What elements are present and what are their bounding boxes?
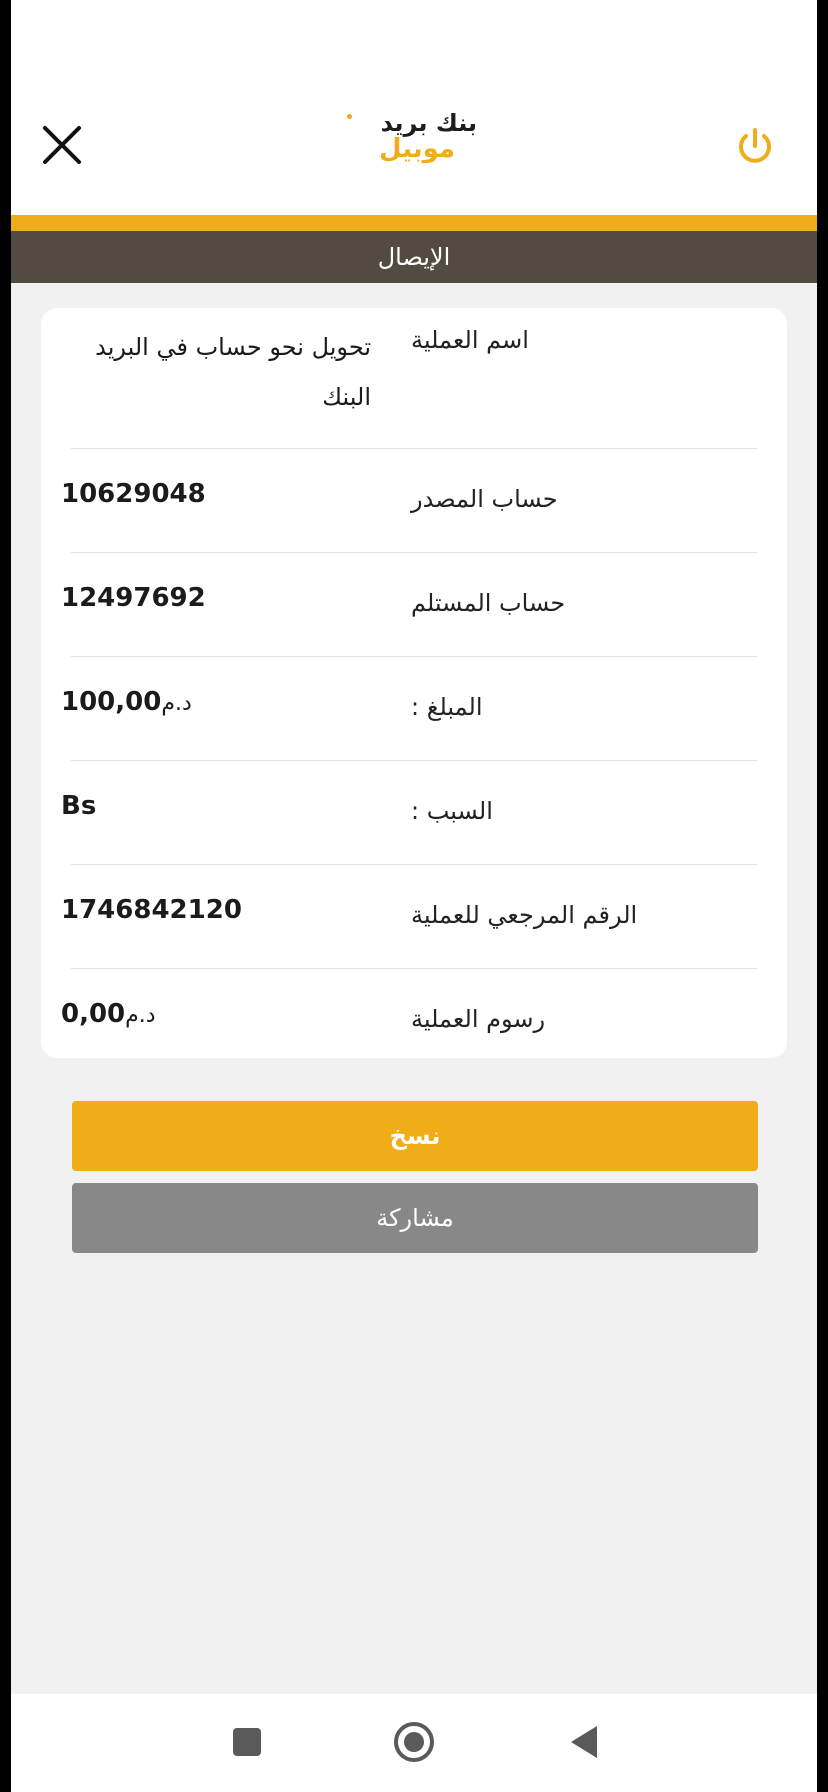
page-title: الإيصال: [11, 231, 817, 283]
accent-stripe: [11, 215, 817, 231]
receipt-row-fees: رسوم العملية د.م0,00: [41, 969, 787, 1058]
triangle-back-icon: [571, 1726, 597, 1758]
app-header: بنك بريد موبيل: [11, 90, 817, 215]
system-nav-bar: [11, 1694, 817, 1792]
logo-dot: [347, 114, 352, 119]
amount-value: د.م100,00: [61, 687, 361, 717]
receipt-row-source-account: حساب المصدر 10629048: [41, 449, 787, 553]
share-button[interactable]: مشاركة: [72, 1183, 758, 1253]
amount-label: المبلغ :: [411, 693, 483, 721]
operation-name-label: اسم العملية: [411, 326, 529, 354]
reference-value: 1746842120: [61, 895, 242, 925]
nav-recents-button[interactable]: [219, 1714, 275, 1770]
receipt-card: اسم العملية تحويل نحو حساب في البريد الب…: [41, 308, 787, 1058]
logo-word-mobile: موبيل: [379, 134, 455, 164]
source-account-label: حساب المصدر: [411, 485, 558, 513]
fees-number: 0,00: [61, 999, 126, 1029]
fees-unit: د.م: [125, 1003, 156, 1028]
close-button[interactable]: [39, 122, 85, 168]
source-account-value: 10629048: [61, 479, 206, 509]
nav-back-button[interactable]: [557, 1714, 613, 1770]
phone-screen: بنك بريد موبيل الإيصال اسم العملية تحويل…: [11, 0, 817, 1792]
nav-home-button[interactable]: [386, 1714, 442, 1770]
receipt-row-reason: السبب : Bs: [41, 761, 787, 865]
fees-label: رسوم العملية: [411, 1005, 546, 1033]
reason-value: Bs: [61, 791, 97, 821]
reference-label: الرقم المرجعي للعملية: [411, 901, 638, 929]
amount-unit: د.م: [161, 691, 192, 716]
square-icon: [233, 1728, 261, 1756]
operation-name-value: تحويل نحو حساب في البريد البنك: [95, 333, 371, 411]
logout-button[interactable]: [733, 124, 777, 168]
reason-label: السبب :: [411, 797, 493, 825]
receipt-row-reference: الرقم المرجعي للعملية 1746842120: [41, 865, 787, 969]
receipt-row-recipient-account: حساب المستلم 12497692: [41, 553, 787, 657]
receipt-row-operation-name: اسم العملية تحويل نحو حساب في البريد الب…: [41, 308, 787, 449]
circle-icon: [394, 1722, 434, 1762]
receipt-row-amount: المبلغ : د.م100,00: [41, 657, 787, 761]
recipient-account-label: حساب المستلم: [411, 589, 566, 617]
fees-value: د.م0,00: [61, 999, 361, 1029]
app-logo: بنك بريد موبيل: [347, 108, 477, 170]
status-bar: [11, 0, 817, 90]
close-icon: [43, 126, 81, 164]
power-icon: [739, 128, 771, 163]
copy-button[interactable]: نسخ: [72, 1101, 758, 1171]
recipient-account-value: 12497692: [61, 583, 206, 613]
amount-number: 100,00: [61, 687, 162, 717]
